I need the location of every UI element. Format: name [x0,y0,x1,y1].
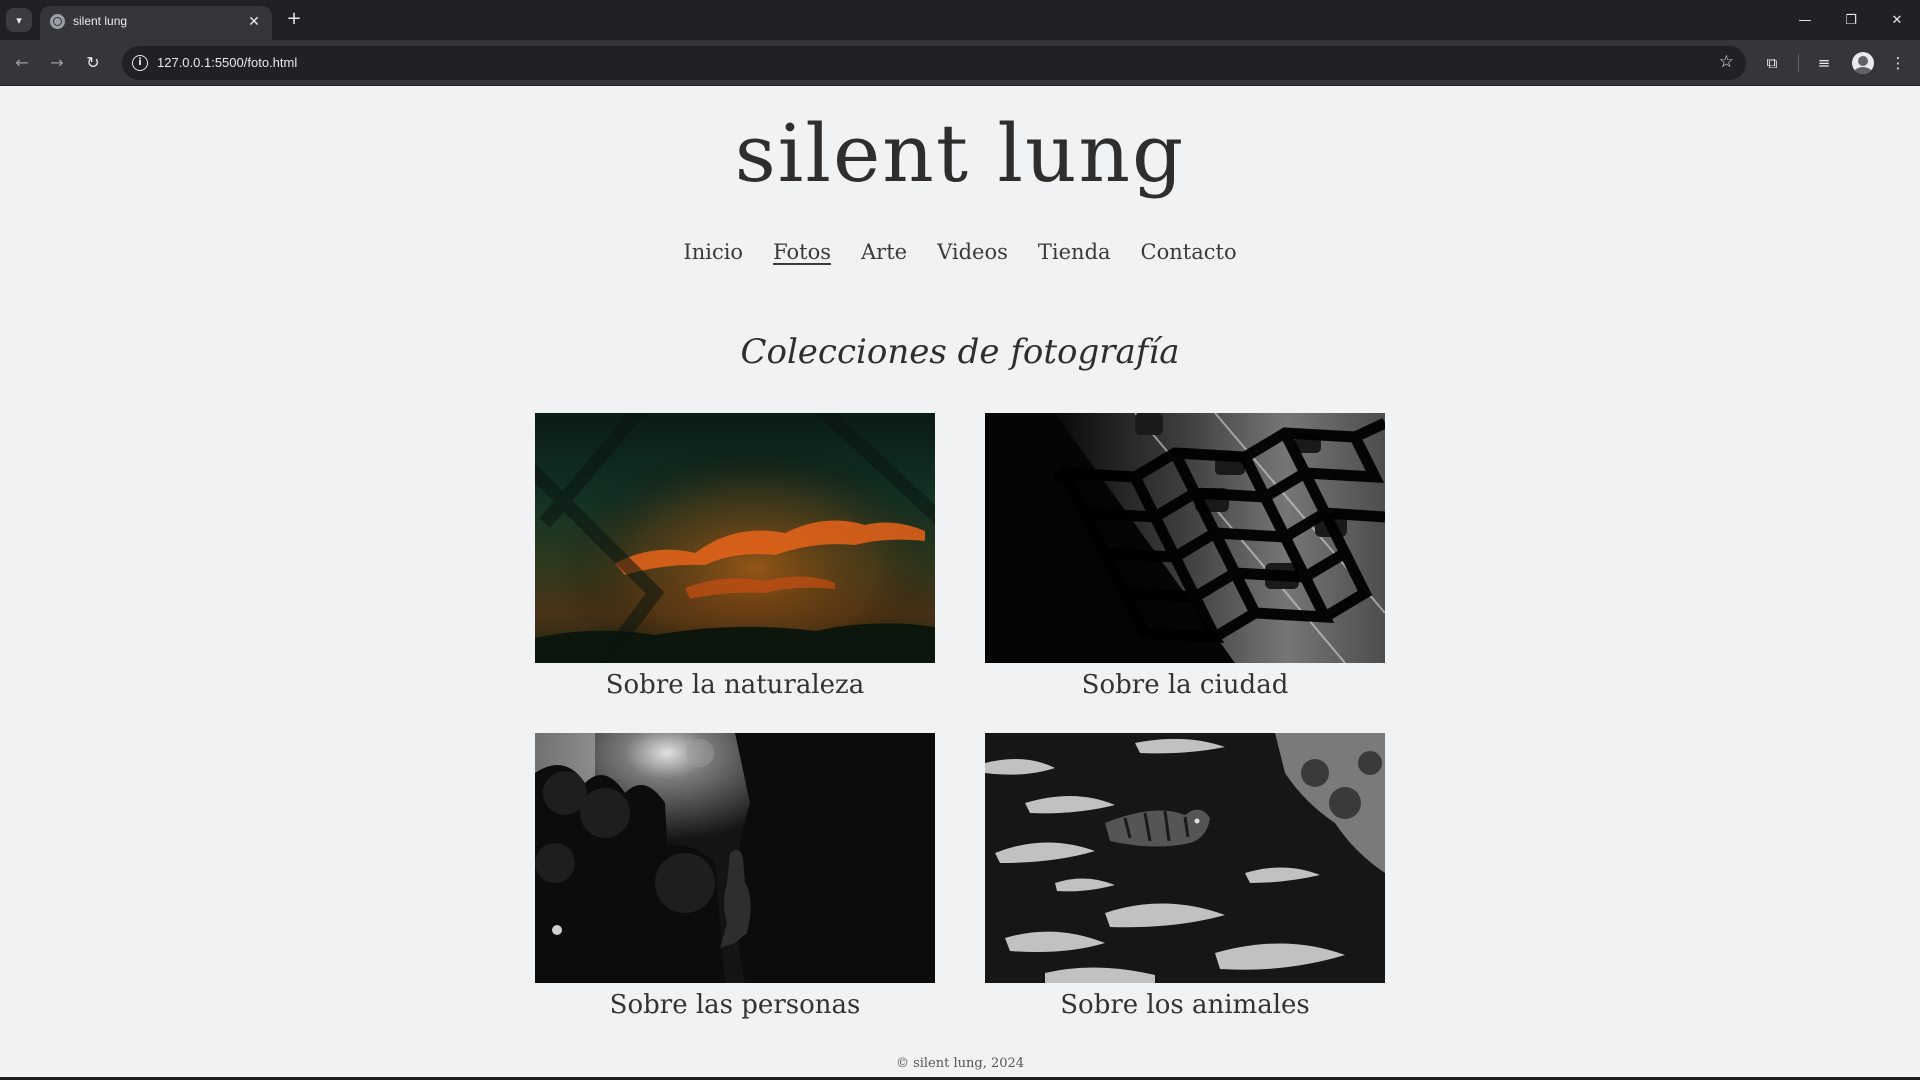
plus-icon[interactable]: + [282,8,306,32]
collection-caption[interactable]: Sobre la naturaleza [535,670,935,700]
collection-card-ciudad[interactable]: Sobre la ciudad [985,413,1385,700]
puzzle-icon[interactable]: ⧉ [1760,51,1784,75]
close-icon[interactable]: ✕ [244,12,264,32]
page-content: silent lung Inicio Fotos Arte Videos Tie… [0,87,1920,1080]
collection-caption[interactable]: Sobre las personas [535,990,935,1020]
section-title: Colecciones de fotografía [740,332,1180,372]
browser-toolbar: ← → ↻ i 127.0.0.1:5500/foto.html ☆ ⧉ ≡ ⋮ [0,40,1920,86]
kebab-menu-icon[interactable]: ⋮ [1886,51,1910,75]
minimize-icon[interactable]: — [1780,0,1830,40]
browser-tab[interactable]: silent lung ✕ [40,6,272,40]
toolbar-divider [1798,54,1799,72]
nav-link-fotos[interactable]: Fotos [773,240,831,264]
arrow-left-icon[interactable]: ← [10,51,34,75]
star-icon[interactable]: ☆ [1719,52,1734,72]
site-nav: Inicio Fotos Arte Videos Tienda Contacto [0,240,1920,264]
collection-caption[interactable]: Sobre los animales [985,990,1385,1020]
nav-link-videos[interactable]: Videos [937,240,1008,264]
collection-card-animales[interactable]: Sobre los animales [985,733,1385,1020]
nav-link-inicio[interactable]: Inicio [683,240,743,264]
url-text[interactable]: 127.0.0.1:5500/foto.html [157,55,297,70]
site-title: silent lung [734,107,1186,200]
photo-animales[interactable] [985,733,1385,983]
collection-card-naturaleza[interactable]: Sobre la naturaleza [535,413,935,700]
chevron-down-icon[interactable]: ▾ [6,8,32,32]
footer-copyright: © silent lung, 2024 [895,1056,1025,1071]
reload-icon[interactable]: ↻ [81,51,105,75]
collection-card-personas[interactable]: Sobre las personas [535,733,935,1020]
photo-ciudad[interactable] [985,413,1385,663]
restore-icon[interactable]: ❐ [1826,0,1876,40]
window-close-icon[interactable]: ✕ [1872,0,1920,40]
arrow-right-icon[interactable]: → [45,51,69,75]
nav-link-contacto[interactable]: Contacto [1141,240,1237,264]
collection-caption[interactable]: Sobre la ciudad [985,670,1385,700]
tab-title: silent lung [73,14,128,28]
photo-personas[interactable] [535,733,935,983]
browser-tab-bar: ▾ silent lung ✕ + — ❐ ✕ [0,0,1920,40]
address-bar[interactable]: i 127.0.0.1:5500/foto.html ☆ [122,46,1746,80]
info-icon[interactable]: i [132,55,148,71]
nav-link-tienda[interactable]: Tienda [1038,240,1111,264]
media-control-icon[interactable]: ≡ [1812,51,1836,75]
photo-naturaleza[interactable] [535,413,935,663]
globe-icon [50,14,65,29]
avatar-icon[interactable] [1852,52,1874,74]
nav-link-arte[interactable]: Arte [861,240,907,264]
